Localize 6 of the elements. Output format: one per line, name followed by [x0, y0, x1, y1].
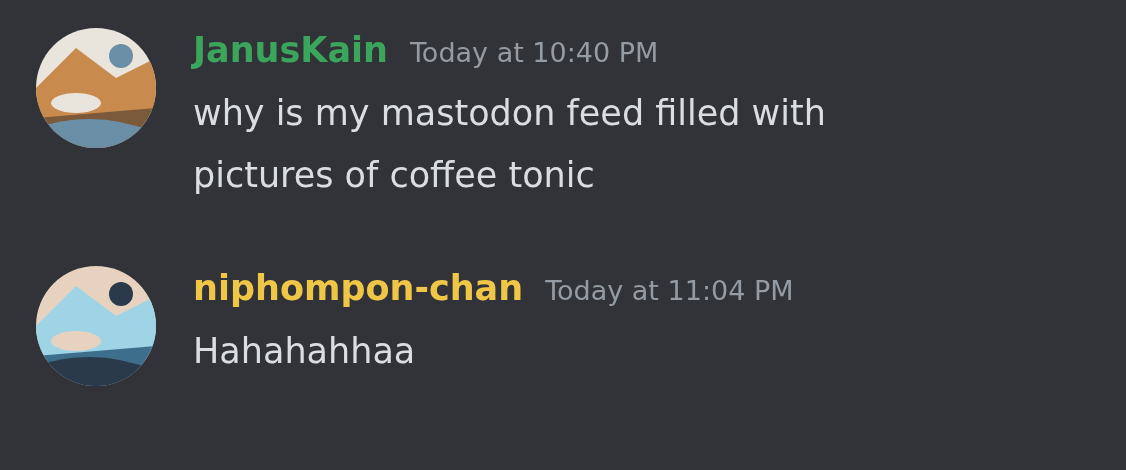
message-text: Hahahahhaa [193, 330, 417, 373]
username[interactable]: niphompon-chan [193, 268, 524, 308]
username[interactable]: JanusKain [193, 30, 388, 70]
timestamp: Today at 11:04 PM [545, 275, 794, 306]
timestamp: Today at 10:40 PM [409, 37, 659, 68]
message-text: why is my mastodon feed filled with pictures of coffee tonic [193, 92, 826, 197]
